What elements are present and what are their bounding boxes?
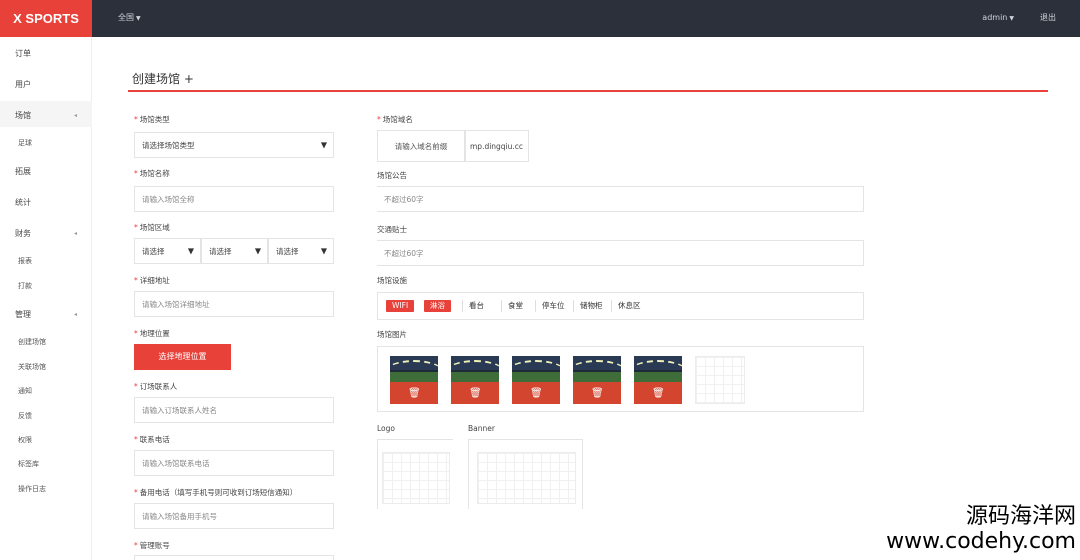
watermark: 源码海洋网 www.codehy.com <box>886 504 1076 554</box>
domain-label: * 场馆域名 <box>377 115 413 124</box>
traffic-input[interactable]: 不超过60字 <box>377 240 864 266</box>
trash-icon[interactable]: 🗑 <box>530 388 543 399</box>
location-label: * 地理位置 <box>134 329 170 338</box>
facility-tag-wifi[interactable]: WIFI <box>386 300 415 312</box>
user-label: admin <box>982 13 1008 22</box>
contact-input[interactable]: 请输入订场联系人姓名 <box>134 397 334 423</box>
banner-label: Banner <box>468 424 495 433</box>
venue-photo-2[interactable]: 🗑 <box>451 356 499 404</box>
venue-photo-3[interactable]: 🗑 <box>512 356 560 404</box>
facility-tag-lounge[interactable]: 休息区 <box>611 300 647 312</box>
select-arrow-icon: ▼ <box>254 246 261 256</box>
page-title: 创建场馆 + <box>132 72 194 86</box>
trash-icon[interactable]: 🗑 <box>408 388 421 399</box>
region-dropdown[interactable]: 全国 ▼ <box>118 0 141 37</box>
user-menu[interactable]: admin ▼ <box>982 0 1014 37</box>
banner-placeholder <box>477 452 576 504</box>
facility-tag-canteen[interactable]: 食堂 <box>501 300 529 312</box>
select-arrow-icon: ▼ <box>320 140 327 150</box>
venue-area-label: * 场馆区域 <box>134 223 170 232</box>
watermark-line2: www.codehy.com <box>886 529 1076 554</box>
venue-photo-4[interactable]: 🗑 <box>573 356 621 404</box>
phone-label: * 联系电话 <box>134 435 170 444</box>
chevron-icon: ◂ <box>74 311 78 318</box>
traffic-label: 交通贴士 <box>377 225 407 234</box>
title-divider <box>128 90 1048 92</box>
phone-input[interactable]: 请输入场馆联系电话 <box>134 450 334 476</box>
logo-placeholder <box>382 452 450 504</box>
watermark-line1: 源码海洋网 <box>965 504 1076 529</box>
backup-phone-label: * 备用电话（填写手机号则可收到订场短信通知） <box>134 488 298 497</box>
contact-label: * 订场联系人 <box>134 382 178 391</box>
main-content: 创建场馆 + * 场馆类型 请选择场馆类型 ▼ * 场馆名称 请输入场馆全称 * 场馆… <box>92 37 1080 560</box>
manager-account-label: * 管理账号 <box>134 541 170 550</box>
address-input[interactable]: 请输入场馆详细地址 <box>134 291 334 317</box>
trash-icon[interactable]: 🗑 <box>652 388 665 399</box>
facility-tag-shower[interactable]: 淋浴 <box>424 300 451 312</box>
sidebar: 订单 用户 场馆 ◂ 足球 拓展 统计 财务 ◂ 报表 打款 管理 ◂ 创建场馆… <box>0 37 92 560</box>
venue-type-select[interactable]: 请选择场馆类型 ▼ <box>134 132 334 158</box>
manager-account-input[interactable] <box>134 555 334 560</box>
venue-photo-1[interactable]: 🗑 <box>390 356 438 404</box>
backup-phone-input[interactable]: 请输入场馆备用手机号 <box>134 503 334 529</box>
trash-icon[interactable]: 🗑 <box>591 388 604 399</box>
facilities-label: 场馆设施 <box>377 276 407 285</box>
domain-prefix-input[interactable]: 请输入域名前缀 <box>377 130 465 162</box>
facility-tag-locker[interactable]: 储物柜 <box>573 300 609 312</box>
banner-upload[interactable] <box>468 439 583 509</box>
top-navbar: X SPORTS 全国 ▼ admin ▼ 退出 <box>0 0 1080 37</box>
facility-tag-stand[interactable]: 看台 <box>462 300 490 312</box>
caret-down-icon: ▼ <box>1009 15 1014 22</box>
caret-down-icon: ▼ <box>136 15 141 22</box>
brand-logo[interactable]: X SPORTS <box>0 0 92 37</box>
venue-name-input[interactable]: 请输入场馆全称 <box>134 186 334 212</box>
domain-suffix: mp.dingqiu.cc <box>465 130 529 162</box>
province-select[interactable]: 请选择 ▼ <box>134 238 201 264</box>
logo-label: Logo <box>377 424 395 433</box>
add-photo-placeholder[interactable] <box>695 356 745 404</box>
region-label: 全国 <box>118 13 134 22</box>
address-label: * 详细地址 <box>134 276 170 285</box>
chevron-icon: ◂ <box>74 230 78 237</box>
select-arrow-icon: ▼ <box>187 246 194 256</box>
photos-label: 场馆图片 <box>377 330 407 339</box>
city-select[interactable]: 请选择 ▼ <box>201 238 268 264</box>
facility-tag-parking[interactable]: 停车位 <box>535 300 571 312</box>
venue-name-label: * 场馆名称 <box>134 169 170 178</box>
notice-input[interactable]: 不超过60字 <box>377 186 864 212</box>
choose-location-button[interactable]: 选择地理位置 <box>134 344 231 370</box>
select-arrow-icon: ▼ <box>320 246 327 256</box>
trash-icon[interactable]: 🗑 <box>469 388 482 399</box>
district-select[interactable]: 请选择 ▼ <box>268 238 334 264</box>
notice-label: 场馆公告 <box>377 171 407 180</box>
logo-upload[interactable] <box>377 439 453 509</box>
venue-type-label: * 场馆类型 <box>134 115 170 124</box>
logout-link[interactable]: 退出 <box>1040 0 1056 37</box>
venue-photo-5[interactable]: 🗑 <box>634 356 682 404</box>
chevron-icon: ◂ <box>74 112 78 119</box>
